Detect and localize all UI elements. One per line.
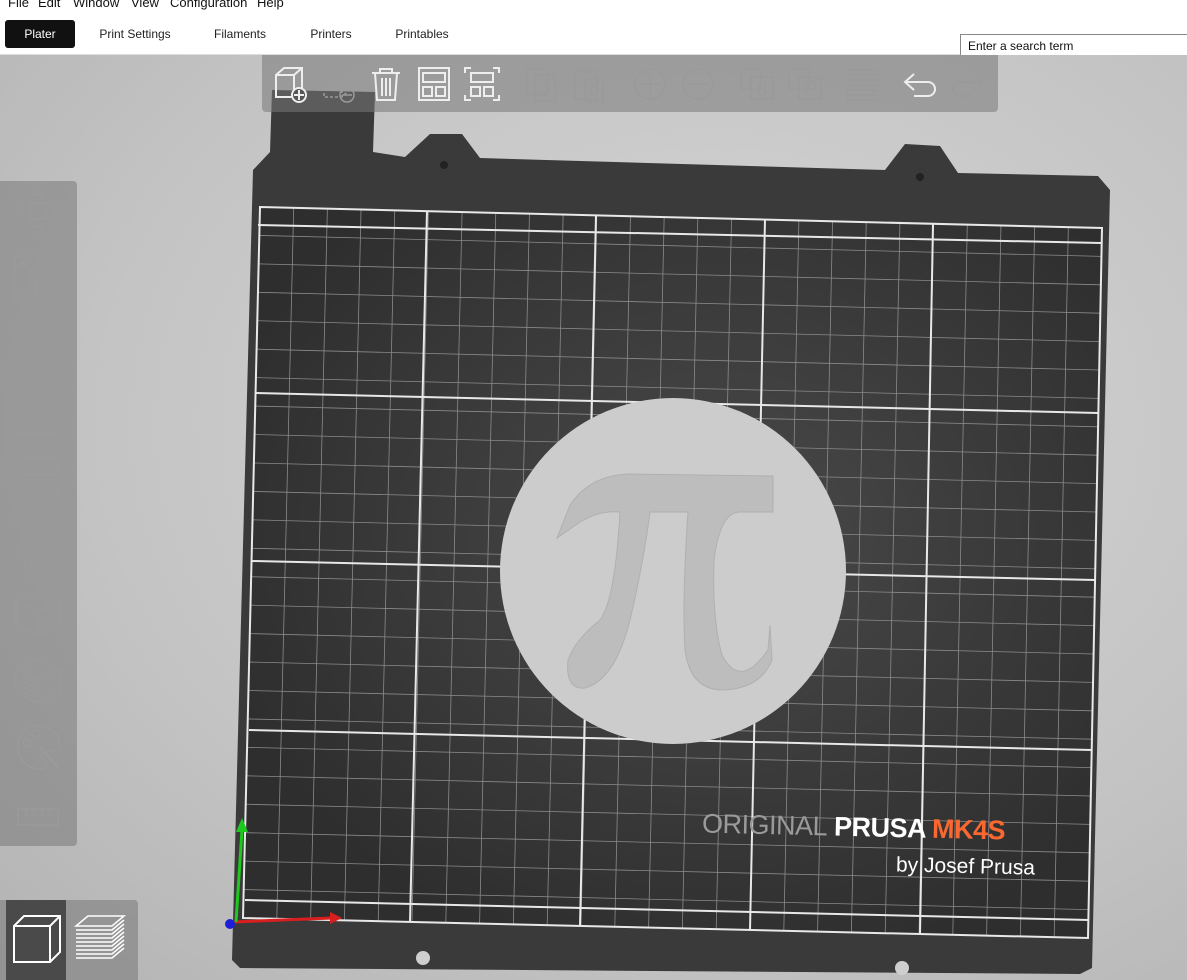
tab-bar: Plater Print Settings Filaments Printers… bbox=[0, 12, 1187, 56]
menu-help[interactable]: Help bbox=[257, 0, 284, 9]
3d-viewport[interactable]: ORIGINAL PRUSA MK4S by Josef Prusa bbox=[0, 55, 1187, 980]
logo-byline-text: by Josef Prusa bbox=[895, 853, 1036, 880]
copy-icon[interactable] bbox=[522, 65, 562, 103]
split-parts-icon[interactable] bbox=[786, 65, 826, 103]
3d-view-icon[interactable] bbox=[6, 900, 66, 980]
menu-file[interactable]: File bbox=[8, 0, 29, 9]
pi-coin-object[interactable] bbox=[500, 398, 846, 744]
arrange-selection-icon[interactable] bbox=[462, 65, 502, 103]
delete-all-icon[interactable] bbox=[366, 65, 406, 103]
fuzzy-skin-icon[interactable] bbox=[12, 655, 64, 707]
print-bed-scene bbox=[225, 90, 1110, 975]
tab-filaments[interactable]: Filaments bbox=[207, 20, 273, 48]
preview-icon[interactable] bbox=[70, 908, 130, 970]
supports-paint-icon[interactable] bbox=[12, 518, 64, 571]
paste-icon[interactable] bbox=[570, 65, 610, 103]
scale-icon[interactable] bbox=[12, 253, 64, 305]
logo-model-text: MK4S bbox=[931, 813, 1006, 846]
menu-window[interactable]: Window bbox=[73, 0, 119, 9]
tab-printables[interactable]: Printables bbox=[388, 20, 456, 48]
layers-editing-icon[interactable] bbox=[842, 65, 882, 103]
redo-icon[interactable] bbox=[948, 65, 988, 103]
logo-prusa-text: PRUSA bbox=[833, 811, 926, 844]
search-input[interactable]: Enter a search term bbox=[960, 34, 1187, 56]
tab-printers[interactable]: Printers bbox=[303, 20, 359, 48]
tab-print-settings[interactable]: Print Settings bbox=[92, 20, 178, 48]
menu-bar: File Edit Window View Configuration Help bbox=[0, 0, 1187, 12]
seam-paint-icon[interactable] bbox=[12, 587, 64, 639]
left-toolbar bbox=[0, 181, 77, 846]
place-on-face-icon[interactable] bbox=[12, 385, 64, 437]
undo-icon[interactable] bbox=[900, 65, 940, 103]
view-mode-toolbar bbox=[0, 900, 138, 980]
move-icon[interactable] bbox=[12, 185, 64, 237]
menu-view[interactable]: View bbox=[131, 0, 159, 9]
add-object-icon[interactable] bbox=[270, 65, 310, 103]
cut-icon[interactable] bbox=[12, 453, 64, 505]
delete-object-icon[interactable] bbox=[318, 65, 358, 103]
menu-edit[interactable]: Edit bbox=[38, 0, 60, 9]
rotate-icon[interactable] bbox=[12, 319, 64, 371]
mmu-paint-icon[interactable] bbox=[12, 721, 64, 773]
logo-original-text: ORIGINAL bbox=[701, 808, 828, 842]
tab-plater[interactable]: Plater bbox=[5, 20, 75, 48]
top-toolbar bbox=[262, 55, 998, 112]
arrange-icon[interactable] bbox=[414, 65, 454, 103]
split-objects-icon[interactable] bbox=[738, 65, 778, 103]
menu-configuration[interactable]: Configuration bbox=[170, 0, 247, 9]
measure-icon[interactable] bbox=[12, 791, 64, 843]
remove-instance-icon[interactable] bbox=[678, 65, 718, 103]
add-instance-icon[interactable] bbox=[630, 65, 670, 103]
